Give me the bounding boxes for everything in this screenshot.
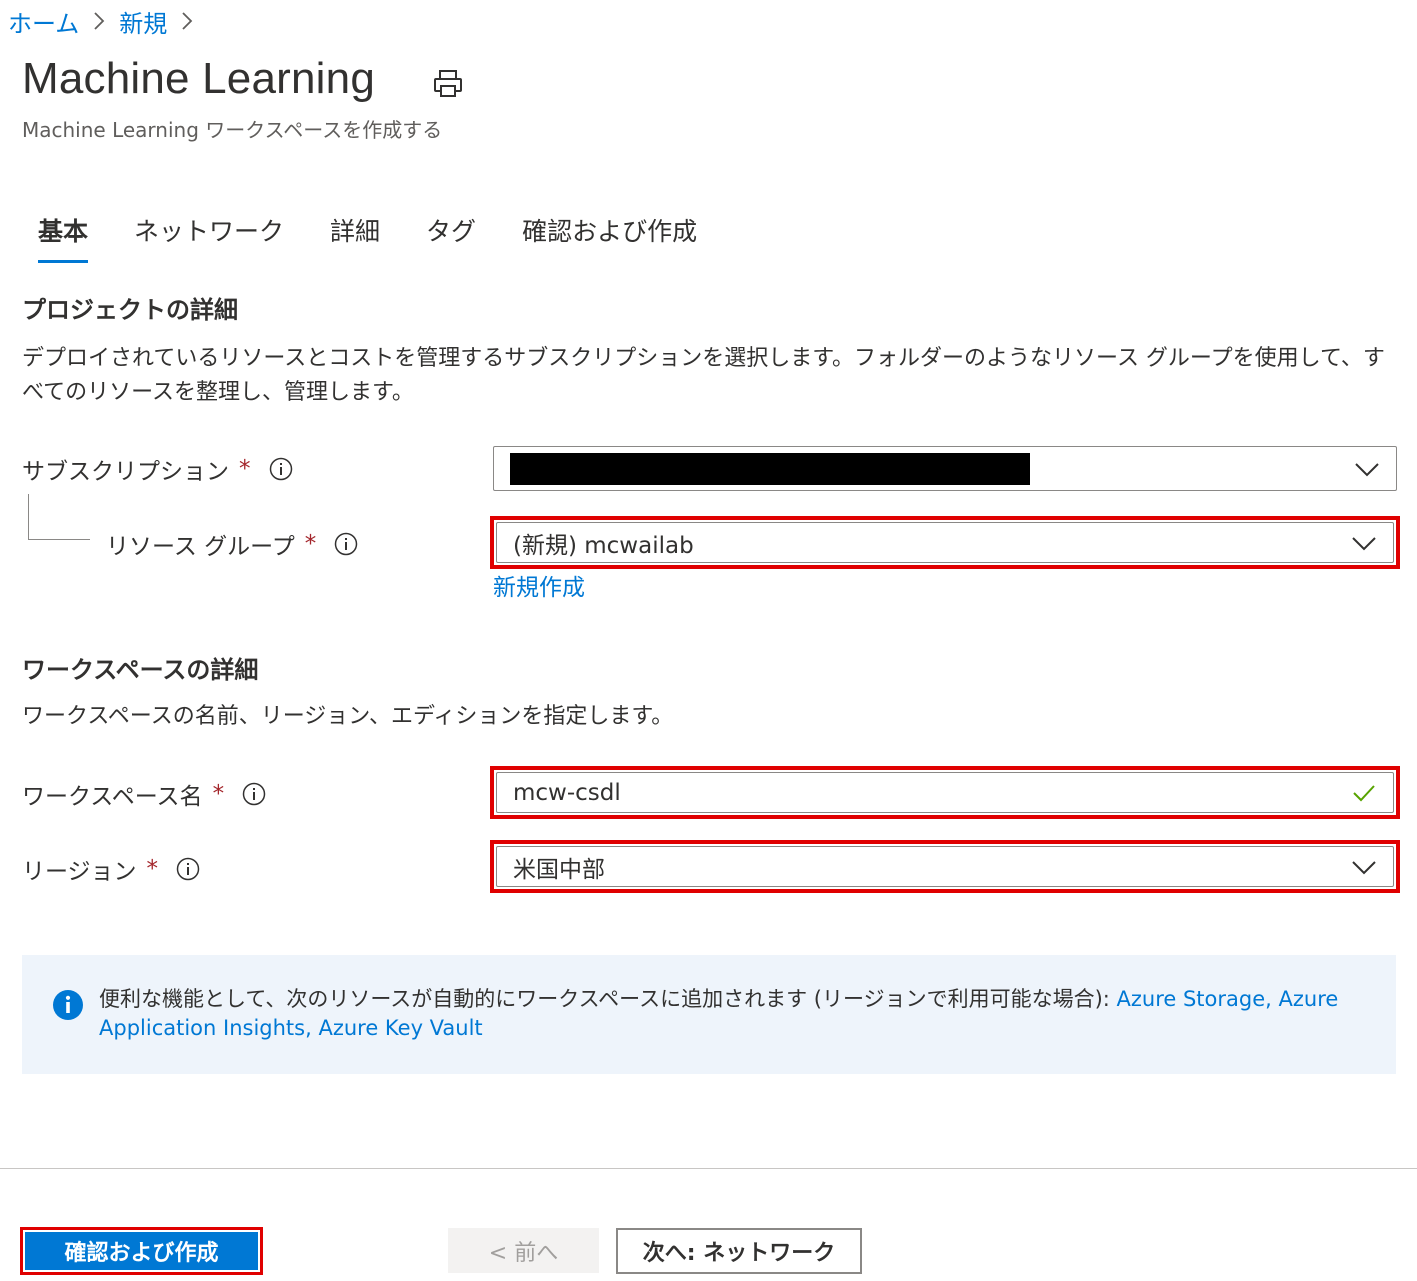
- tab-basics[interactable]: 基本: [38, 212, 89, 266]
- tab-bar: 基本 ネットワーク 詳細 タグ 確認および作成: [38, 212, 743, 266]
- required-marker: *: [146, 856, 159, 882]
- breadcrumb: ホーム 新規: [8, 4, 207, 38]
- previous-button[interactable]: < 前へ: [448, 1228, 599, 1273]
- chevron-down-icon: [1355, 462, 1379, 476]
- page-title: Machine Learning: [22, 54, 375, 103]
- page-subtitle: Machine Learning ワークスペースを作成する: [22, 118, 443, 142]
- info-banner-text: 便利な機能として、次のリソースが自動的にワークスペースに追加されます (リージョ…: [99, 985, 1369, 1043]
- workspace-details-description: ワークスペースの名前、リージョン、エディションを指定します。: [22, 704, 674, 729]
- next-button[interactable]: 次へ: ネットワーク: [616, 1228, 862, 1274]
- info-filled-icon: [53, 990, 83, 1020]
- print-icon[interactable]: [432, 68, 464, 100]
- info-icon[interactable]: [334, 532, 358, 556]
- checkmark-icon: [1353, 784, 1375, 801]
- info-icon[interactable]: [269, 457, 293, 481]
- workspace-name-input[interactable]: mcw-csdl: [496, 772, 1394, 813]
- required-marker: *: [304, 531, 317, 557]
- create-new-link[interactable]: 新規作成: [493, 568, 585, 602]
- info-banner-message: 便利な機能として、次のリソースが自動的にワークスペースに追加されます (リージョ…: [99, 987, 1117, 1011]
- redacted-value: [510, 452, 1030, 485]
- footer-divider: [0, 1168, 1417, 1169]
- resource-group-value: (新規) mcwailab: [513, 532, 694, 559]
- region-label: リージョン *: [22, 852, 200, 886]
- resource-group-label-text: リソース グループ: [106, 534, 295, 560]
- info-banner: 便利な機能として、次のリソースが自動的にワークスペースに追加されます (リージョ…: [22, 955, 1396, 1074]
- region-dropdown[interactable]: 米国中部: [496, 846, 1394, 887]
- tree-connector: [28, 494, 90, 540]
- resource-group-label: リソース グループ *: [106, 527, 358, 561]
- workspace-details-heading: ワークスペースの詳細: [22, 656, 259, 684]
- chevron-down-icon: [1352, 860, 1376, 874]
- breadcrumb-home[interactable]: ホーム: [8, 4, 79, 39]
- review-create-button[interactable]: 確認および作成: [25, 1232, 258, 1270]
- highlight-frame: 確認および作成: [20, 1227, 263, 1275]
- tab-advanced[interactable]: 詳細: [330, 212, 380, 266]
- project-details-description: デプロイされているリソースとコストを管理するサブスクリプションを選択します。フォ…: [22, 346, 1385, 405]
- workspace-name-label: ワークスペース名 *: [22, 777, 266, 811]
- subscription-label: サブスクリプション *: [22, 452, 293, 486]
- tab-network[interactable]: ネットワーク: [134, 212, 284, 266]
- info-icon[interactable]: [176, 857, 200, 881]
- subscription-dropdown[interactable]: [493, 446, 1397, 491]
- required-marker: *: [239, 456, 251, 482]
- region-label-text: リージョン: [22, 859, 137, 885]
- project-details-heading: プロジェクトの詳細: [22, 296, 238, 324]
- subscription-label-text: サブスクリプション: [22, 459, 229, 485]
- workspace-name-value: mcw-csdl: [513, 779, 621, 806]
- breadcrumb-new[interactable]: 新規: [119, 4, 167, 39]
- chevron-right-icon: [181, 11, 193, 31]
- region-value: 米国中部: [513, 856, 605, 883]
- tab-tags[interactable]: タグ: [426, 212, 476, 266]
- tab-review-create[interactable]: 確認および作成: [522, 212, 697, 266]
- info-icon[interactable]: [242, 782, 266, 806]
- resource-group-dropdown[interactable]: (新規) mcwailab: [496, 522, 1394, 563]
- chevron-right-icon: [93, 11, 105, 31]
- chevron-down-icon: [1352, 536, 1376, 550]
- required-marker: *: [212, 781, 225, 807]
- workspace-name-label-text: ワークスペース名: [22, 784, 203, 810]
